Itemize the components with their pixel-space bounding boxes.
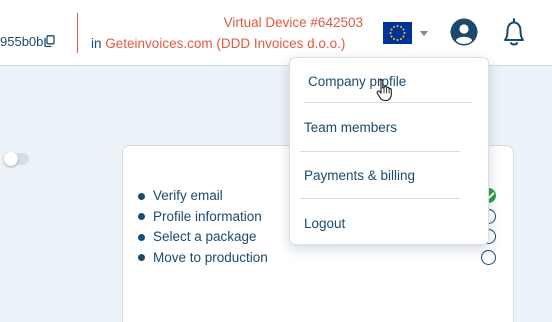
copy-icon[interactable]	[44, 35, 56, 50]
menu-divider	[300, 151, 460, 152]
chevron-down-icon[interactable]	[420, 31, 428, 36]
bullet	[138, 213, 145, 221]
toggle-knob	[4, 152, 18, 166]
user-avatar-icon[interactable]	[450, 18, 478, 46]
checklist-item-label: Verify email	[153, 188, 223, 203]
eu-flag-icon[interactable]	[383, 22, 412, 44]
bell-icon[interactable]	[500, 16, 528, 48]
company-prefix: in	[91, 36, 102, 51]
hand-cursor-icon	[376, 78, 394, 102]
checklist-item-label: Select a package	[153, 229, 257, 244]
menu-item-team-members[interactable]: Team members	[290, 112, 488, 142]
menu-divider	[300, 198, 460, 199]
checklist-item-move-to-production: Move to production	[138, 248, 268, 269]
menu-divider	[304, 102, 472, 103]
toggle-switch[interactable]	[4, 152, 29, 166]
menu-item-payments-billing[interactable]: Payments & billing	[290, 160, 488, 190]
header-divider	[77, 13, 78, 53]
bullet	[138, 233, 145, 241]
company-info: in Geteinvoices.com (DDD Invoices d.o.o.…	[91, 36, 345, 51]
checklist-item-select-package: Select a package	[138, 227, 268, 248]
language-selector[interactable]	[383, 22, 412, 44]
checklist-item-label: Profile information	[153, 208, 262, 224]
device-token-text: 955b0b	[0, 34, 44, 49]
checklist-item-label: Move to production	[153, 249, 268, 265]
company-name[interactable]: Geteinvoices.com (DDD Invoices d.o.o.)	[105, 36, 345, 51]
checklist-item-profile-information: Profile information	[138, 207, 268, 228]
device-token: 955b0b	[0, 34, 56, 50]
menu-item-logout[interactable]: Logout	[290, 208, 488, 238]
device-label: Virtual Device #642503	[223, 15, 363, 30]
checklist-item-verify-email: Verify email	[138, 186, 268, 207]
bullet	[138, 192, 145, 200]
status-circle-icon	[481, 249, 496, 265]
onboarding-checklist: Verify email Profile information Select …	[138, 186, 268, 268]
bullet	[138, 254, 145, 262]
